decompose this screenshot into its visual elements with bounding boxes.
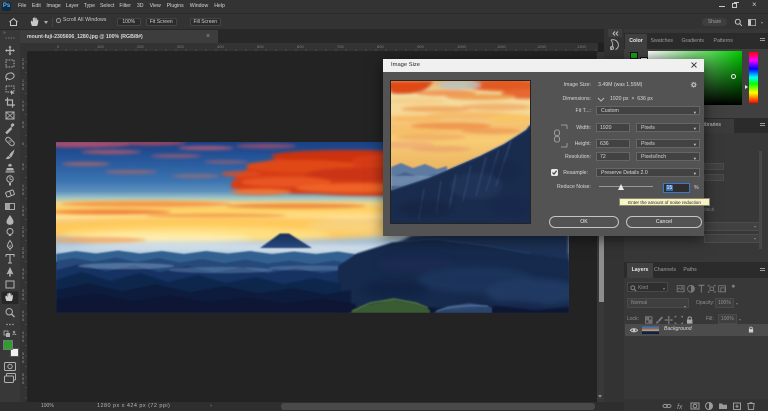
svg-text:fx: fx bbox=[677, 404, 683, 410]
